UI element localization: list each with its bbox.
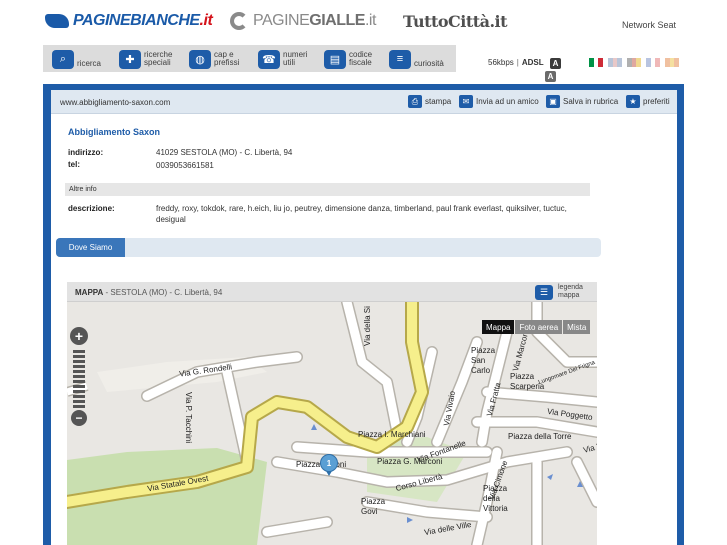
printer-icon: ⎙ <box>408 95 422 108</box>
map-legend-button[interactable]: ☰ legenda mappa <box>535 284 583 300</box>
print-label: stampa <box>425 97 452 106</box>
flag-en-icon[interactable] <box>608 58 623 67</box>
website-link[interactable]: www.abbigliamento-saxon.com <box>60 98 170 107</box>
map-legend-label: legenda mappa <box>558 284 583 299</box>
paginebianche-logo-part3: .it <box>199 12 213 29</box>
phone-value: 0039053661581 <box>156 161 214 170</box>
zoom-out-button[interactable]: − <box>71 410 87 426</box>
map-title: MAPPA - SESTOLA (MO) - C. Libertà, 94 <box>75 288 222 297</box>
map-roads <box>67 302 597 545</box>
send-to-friend-label: Invia ad un amico <box>476 97 539 106</box>
street-label: Via P. Tacchini <box>184 392 193 444</box>
street-label: Piazza della Vittoria <box>483 484 508 513</box>
category-label: numeri utili <box>283 50 308 67</box>
network-seat-link[interactable]: Network Seat <box>622 20 676 30</box>
legend-icon: ☰ <box>535 284 553 300</box>
text-size-badge-alt[interactable]: A <box>545 71 556 82</box>
text-size-badge[interactable]: A <box>550 58 561 69</box>
map-canvas[interactable]: Via G. Rondelli Via P. Tacchini Via Stat… <box>67 302 597 545</box>
tuttocitta-logo[interactable]: TuttoCittà.it <box>403 12 508 31</box>
category-bar: ⌕ ricerca ✚ ricerche speciali ◍ cap e pr… <box>43 45 456 72</box>
location-tabs: Dove Siamo <box>56 238 601 257</box>
tuttocitta-logo-text: TuttoCittà.it <box>403 12 508 31</box>
description-value: freddy, roxy, tokdok, rare, h.eich, liu … <box>156 204 567 224</box>
brand-bar: PAGINE BIANCHE .it PAGINE GIALLE .it Tut… <box>0 0 727 42</box>
category-label: codice fiscale <box>349 50 373 67</box>
street-label: Piazza della Torre <box>508 432 572 441</box>
paginegialle-logo[interactable]: PAGINE GIALLE .it <box>230 12 376 30</box>
star-icon: ★ <box>626 95 640 108</box>
print-button[interactable]: ⎙ stampa <box>408 95 451 108</box>
more-info-header: Altre info <box>65 183 590 196</box>
save-to-contacts-label: Salva in rubrica <box>563 97 619 106</box>
flag-de-icon[interactable] <box>627 58 642 67</box>
flag-es-icon[interactable] <box>665 58 680 67</box>
category-label: curiosità <box>414 59 444 68</box>
tab-dove-siamo[interactable]: Dove Siamo <box>56 238 125 257</box>
magnifier-icon: ⌕ <box>52 49 74 69</box>
map-header: MAPPA - SESTOLA (MO) - C. Libertà, 94 ☰ … <box>67 282 597 302</box>
map-title-bold: MAPPA <box>75 288 104 297</box>
globe-icon: ◍ <box>189 49 211 69</box>
paginebianche-logo-part2: BIANCHE <box>130 12 200 29</box>
list-icon: ≡ <box>389 49 411 69</box>
map-type-mappa[interactable]: Mappa <box>482 320 515 334</box>
phone-icon: ☎ <box>258 49 280 69</box>
street-label: Piazza G. Marconi <box>377 457 443 466</box>
favorites-button[interactable]: ★ preferiti <box>626 95 670 108</box>
map-title-address: - SESTOLA (MO) - C. Libertà, 94 <box>103 288 223 297</box>
map-type-mista[interactable]: Mista <box>563 320 591 334</box>
street-label: Via della Si <box>363 306 372 346</box>
card-icon: ▤ <box>324 49 346 69</box>
phone-label: tel: <box>68 160 80 169</box>
map-pin-pointer <box>326 471 332 476</box>
address-value: 41029 SESTOLA (MO) - C. Libertà, 94 <box>156 148 293 157</box>
street-label: Piazza Govi <box>361 497 386 516</box>
category-label: cap e prefissi <box>214 50 240 67</box>
map-type-switcher: Mappa Foto aerea Mista <box>481 320 591 334</box>
listing-frame: www.abbigliamento-saxon.com ⎙ stampa ✉ I… <box>43 84 684 545</box>
category-ricerche-speciali[interactable]: ✚ ricerche speciali <box>119 49 172 69</box>
speed-adsl-option[interactable]: ADSL <box>522 58 544 67</box>
save-to-contacts-button[interactable]: ▣ Salva in rubrica <box>546 95 618 108</box>
listing-panel: www.abbigliamento-saxon.com ⎙ stampa ✉ I… <box>51 90 677 545</box>
separator: | <box>516 58 519 67</box>
street-label: Piazza San Carlo <box>471 346 496 375</box>
category-curiosita[interactable]: ≡ curiosità <box>389 49 444 69</box>
map-pin-marker[interactable]: 1 <box>320 454 338 472</box>
description-label: descrizione: <box>68 204 115 213</box>
category-ricerca[interactable]: ⌕ ricerca <box>52 49 101 69</box>
zoom-slider[interactable] <box>73 350 85 408</box>
paginegialle-logo-part3: .it <box>364 12 376 29</box>
street-label: Piazza I. Marchiani <box>358 430 426 439</box>
category-codice-fiscale[interactable]: ▤ codice fiscale <box>324 49 372 69</box>
speed-56kbps-option[interactable]: 56kbps <box>488 58 514 67</box>
address-label: indirizzo: <box>68 148 104 157</box>
paginegialle-g-icon <box>230 12 248 30</box>
paginebianche-mark-icon <box>45 14 69 28</box>
paginegialle-logo-part1: PAGINE <box>253 12 310 29</box>
category-label: ricerche speciali <box>144 50 173 67</box>
category-label: ricerca <box>77 59 102 68</box>
address-book-icon: ▣ <box>546 95 560 108</box>
flag-it-icon[interactable] <box>589 58 604 67</box>
flag-fr-icon[interactable] <box>646 58 661 67</box>
category-cap-prefissi[interactable]: ◍ cap e prefissi <box>189 49 239 69</box>
connection-selector: 56kbps | ADSL <box>488 58 544 67</box>
business-name: Abbigliamento Saxon <box>68 127 161 137</box>
favorites-label: preferiti <box>643 97 670 106</box>
paginegialle-logo-part2: GIALLE <box>309 12 365 29</box>
zoom-in-button[interactable]: + <box>70 327 88 345</box>
category-numeri-utili[interactable]: ☎ numeri utili <box>258 49 307 69</box>
envelope-icon: ✉ <box>459 95 473 108</box>
map-type-foto-aerea[interactable]: Foto aerea <box>515 320 563 334</box>
paginebianche-logo[interactable]: PAGINE BIANCHE .it <box>45 12 213 30</box>
send-to-friend-button[interactable]: ✉ Invia ad un amico <box>459 95 539 108</box>
paginebianche-logo-part1: PAGINE <box>73 12 131 29</box>
listing-toolbar: www.abbigliamento-saxon.com ⎙ stampa ✉ I… <box>51 90 677 114</box>
puzzle-icon: ✚ <box>119 49 141 69</box>
